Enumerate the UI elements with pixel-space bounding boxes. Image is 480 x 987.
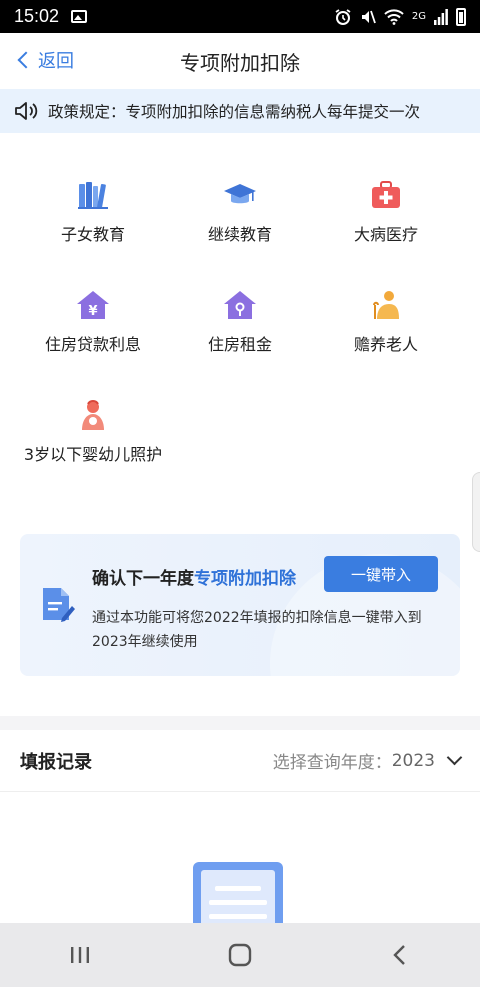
promo-description: 通过本功能可将您2022年填报的扣除信息一键带入到2023年继续使用 bbox=[92, 610, 422, 650]
year-value: 2023 bbox=[391, 750, 435, 771]
nav-bar: 返回 专项附加扣除 bbox=[0, 33, 480, 89]
status-bar: 15:02 2G bbox=[0, 0, 480, 33]
recent-apps-icon bbox=[71, 947, 89, 963]
back-label: 返回 bbox=[38, 51, 74, 72]
category-label: 住房租金 bbox=[207, 335, 272, 354]
mute-icon bbox=[361, 10, 376, 23]
one-click-import-button[interactable]: 一键带入 bbox=[324, 556, 438, 592]
back-button[interactable]: 返回 bbox=[16, 47, 74, 73]
document-edit-icon bbox=[43, 588, 75, 622]
side-drawer-handle[interactable] bbox=[472, 472, 480, 552]
mother-baby-icon bbox=[82, 400, 104, 430]
status-icons: 2G bbox=[334, 7, 466, 26]
network-type: 2G bbox=[411, 11, 426, 22]
records-header: 填报记录 选择查询年度： 2023 bbox=[0, 730, 480, 792]
medical-kit-icon bbox=[372, 181, 400, 208]
promo-card: 确认下一年度专项附加扣除 一键带入 通过本功能可将您2022年填报的扣除信息一键… bbox=[20, 534, 460, 676]
category-label: 继续教育 bbox=[207, 225, 272, 244]
system-back-button[interactable] bbox=[370, 935, 430, 975]
notice-text: 政策规定：专项附加扣除的信息需纳税人每年提交一次 bbox=[48, 103, 421, 121]
books-icon bbox=[78, 182, 108, 209]
category-label: 子女教育 bbox=[60, 225, 125, 244]
page-title: 专项附加扣除 bbox=[180, 50, 300, 75]
category-infant-care[interactable]: 3岁以下婴幼儿照护 bbox=[23, 398, 163, 468]
records-title: 填报记录 bbox=[20, 751, 92, 773]
category-children-education[interactable]: 子女教育 bbox=[23, 178, 163, 248]
wifi-icon bbox=[384, 8, 404, 25]
category-label: 住房贷款利息 bbox=[44, 335, 141, 354]
empty-records-illustration bbox=[193, 862, 283, 932]
category-label: 赡养老人 bbox=[353, 335, 418, 354]
image-notification-icon bbox=[71, 10, 88, 23]
chevron-down-icon bbox=[446, 749, 463, 766]
section-divider bbox=[0, 716, 480, 730]
year-selector[interactable]: 选择查询年度： 2023 bbox=[272, 748, 463, 773]
system-navigation-bar bbox=[0, 923, 480, 987]
promo-title-highlight: 专项附加扣除 bbox=[194, 569, 296, 589]
home-icon bbox=[228, 943, 252, 967]
category-serious-illness[interactable]: 大病医疗 bbox=[316, 178, 456, 248]
category-label: 3岁以下婴幼儿照护 bbox=[23, 445, 163, 464]
home-button[interactable] bbox=[210, 935, 270, 975]
chevron-left-icon bbox=[17, 51, 35, 69]
category-supporting-elderly[interactable]: 赡养老人 bbox=[316, 288, 456, 358]
elderly-icon bbox=[373, 291, 399, 319]
speaker-icon bbox=[15, 102, 38, 120]
graduation-cap-icon bbox=[224, 184, 256, 204]
promo-title-prefix: 确认下一年度 bbox=[92, 569, 194, 589]
alarm-icon bbox=[335, 8, 351, 25]
category-label: 大病医疗 bbox=[353, 225, 418, 244]
status-time: 15:02 bbox=[14, 6, 60, 26]
house-key-icon bbox=[224, 291, 256, 319]
signal-icon bbox=[434, 8, 448, 25]
house-yen-icon: ¥ bbox=[77, 291, 109, 319]
battery-icon bbox=[456, 7, 466, 26]
year-prompt: 选择查询年度： bbox=[272, 753, 392, 773]
category-housing-rent[interactable]: 住房租金 bbox=[170, 288, 310, 358]
policy-notice: 政策规定：专项附加扣除的信息需纳税人每年提交一次 bbox=[0, 89, 480, 133]
svg-text:¥: ¥ bbox=[88, 304, 97, 319]
category-housing-loan-interest[interactable]: ¥ 住房贷款利息 bbox=[23, 288, 163, 358]
category-continuing-education[interactable]: 继续教育 bbox=[170, 178, 310, 248]
back-arrow-icon bbox=[393, 945, 405, 965]
recent-apps-button[interactable] bbox=[50, 935, 110, 975]
promo-title: 确认下一年度专项附加扣除 bbox=[92, 564, 296, 589]
